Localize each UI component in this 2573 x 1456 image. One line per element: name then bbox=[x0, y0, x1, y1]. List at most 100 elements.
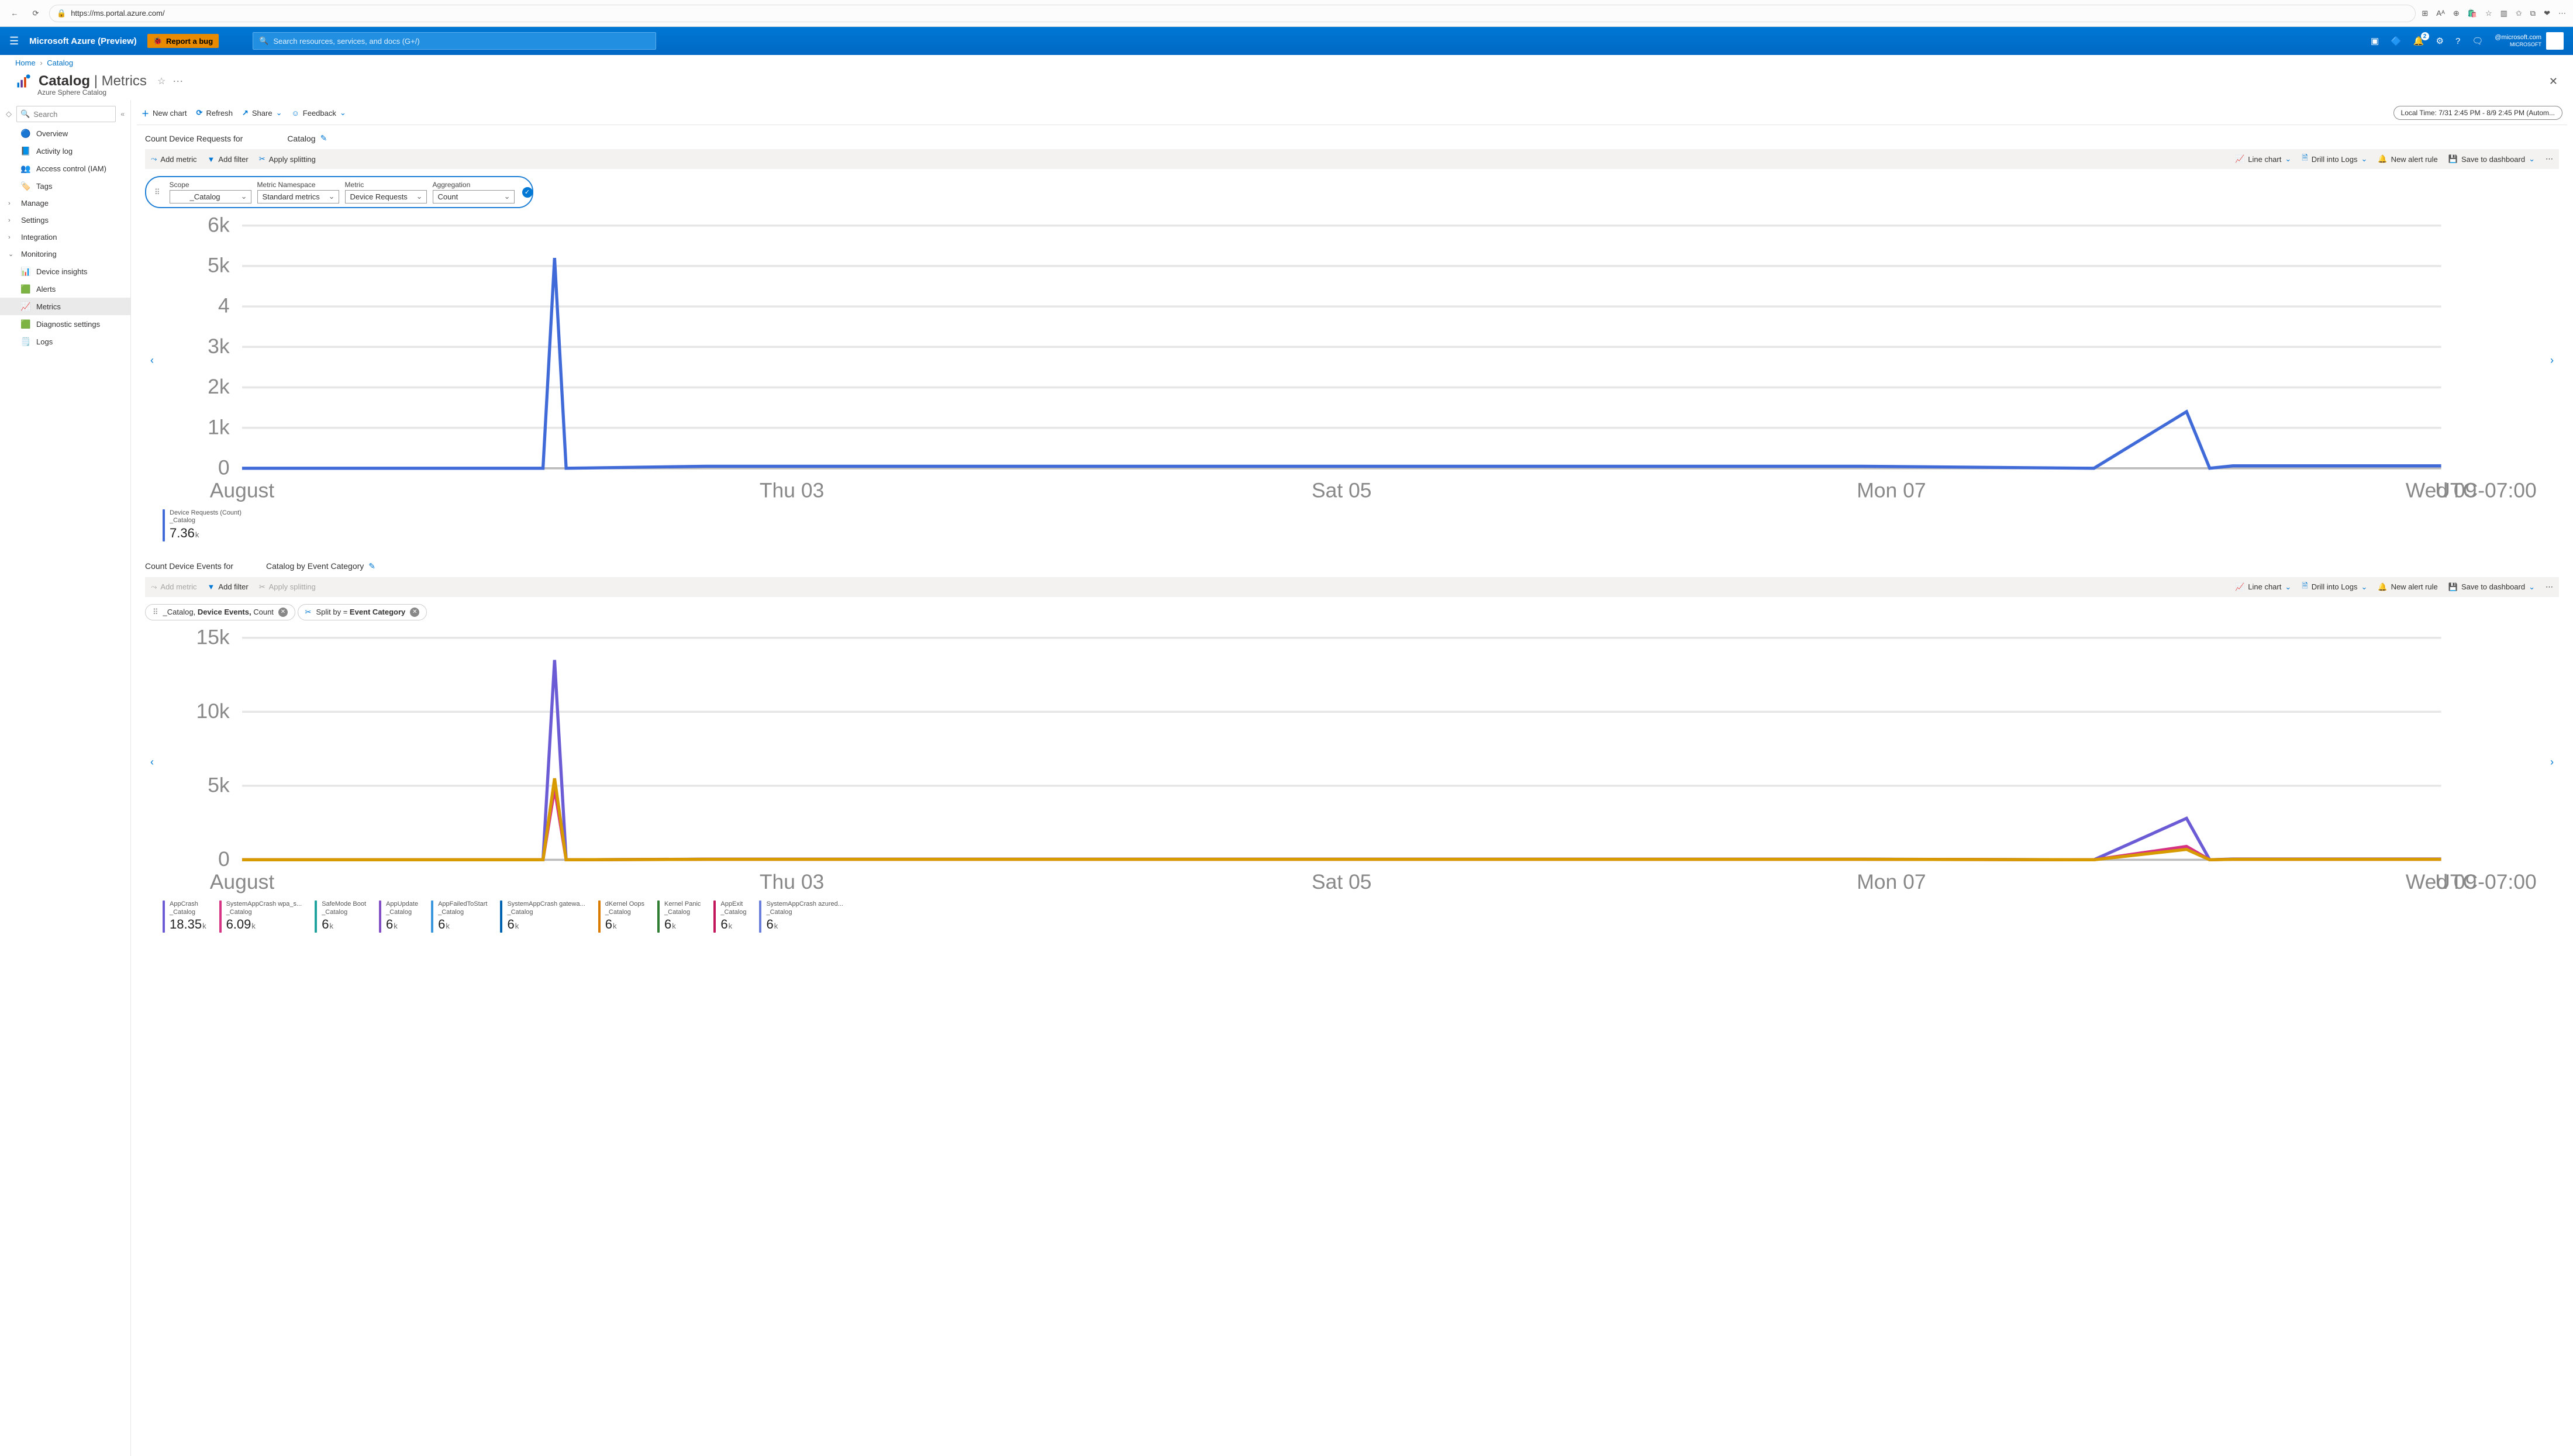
sidebar-item[interactable]: ⌄Monitoring bbox=[0, 246, 130, 263]
chart-type-select[interactable]: 📈Line chart ⌄ bbox=[2235, 582, 2291, 592]
heart-icon[interactable]: ❤ bbox=[2544, 9, 2550, 18]
url-bar[interactable]: 🔒 https://ms.portal.azure.com/ bbox=[49, 5, 2416, 22]
chart-more-icon[interactable]: ⋯ bbox=[2546, 582, 2553, 592]
user-account[interactable]: @microsoft.com MICROSOFT bbox=[2495, 32, 2564, 50]
edit-title-icon[interactable]: ✎ bbox=[368, 561, 375, 571]
settings-icon[interactable]: ⚙ bbox=[2436, 36, 2444, 46]
chart-prev-button[interactable]: ‹ bbox=[145, 627, 159, 897]
sidebar-item[interactable]: ›Settings bbox=[0, 212, 130, 229]
drag-handle-icon[interactable]: ⠿ bbox=[153, 608, 158, 617]
new-alert-button[interactable]: 🔔New alert rule bbox=[2378, 582, 2437, 592]
favorites-icon[interactable]: ✩ bbox=[2516, 9, 2522, 18]
hamburger-icon[interactable]: ☰ bbox=[9, 35, 19, 47]
breadcrumb-home[interactable]: Home bbox=[15, 58, 36, 67]
shopping-icon[interactable]: 🛍️ bbox=[2468, 9, 2477, 18]
new-chart-button[interactable]: ＋New chart bbox=[142, 108, 187, 119]
global-search-input[interactable] bbox=[273, 37, 650, 46]
page-title: Catalog | Metrics bbox=[39, 73, 147, 89]
chart2-legend-item: SafeMode Boot_Catalog 6k bbox=[315, 900, 366, 933]
aggregation-select[interactable]: Count bbox=[433, 190, 515, 203]
chart-next-button[interactable]: › bbox=[2545, 627, 2559, 897]
directories-icon[interactable]: 🔷 bbox=[2391, 36, 2402, 46]
sidebar-item[interactable]: ›Integration bbox=[0, 229, 130, 246]
notifications-icon[interactable]: 🔔2 bbox=[2413, 36, 2424, 46]
reading-list-icon[interactable]: ▥ bbox=[2500, 9, 2508, 18]
sidebar-subitem[interactable]: 🟩Alerts bbox=[0, 280, 130, 298]
scope-select[interactable]: _Catalog bbox=[170, 190, 251, 203]
split-chip[interactable]: ✂ Split by = Event Category ✕ bbox=[298, 604, 427, 620]
breadcrumb-catalog[interactable]: Catalog bbox=[47, 58, 73, 67]
close-blade-button[interactable]: ✕ bbox=[2549, 75, 2558, 88]
back-button[interactable]: ← bbox=[7, 6, 22, 21]
refresh-button[interactable]: ⟳Refresh bbox=[196, 108, 233, 118]
more-actions-icon[interactable]: ⋯ bbox=[173, 75, 183, 88]
filter-icon[interactable]: ◇ bbox=[6, 109, 12, 119]
text-size-icon[interactable]: Aᴬ bbox=[2436, 9, 2445, 18]
sidebar-item[interactable]: 🔵Overview bbox=[0, 125, 130, 142]
extension-icon[interactable]: ⊞ bbox=[2422, 9, 2428, 18]
global-search[interactable]: 🔍 bbox=[253, 32, 656, 50]
sidebar-item[interactable]: 👥Access control (IAM) bbox=[0, 160, 130, 177]
edit-title-icon[interactable]: ✎ bbox=[320, 133, 327, 143]
save-dashboard-button[interactable]: 💾Save to dashboard⌄ bbox=[2448, 582, 2535, 592]
metric-select[interactable]: Device Requests bbox=[345, 190, 427, 203]
pin-icon[interactable]: ☆ bbox=[157, 75, 165, 87]
new-alert-button[interactable]: 🔔New alert rule bbox=[2378, 154, 2437, 164]
drill-logs-button[interactable]: 🗎Drill into Logs ⌄ bbox=[2302, 153, 2367, 165]
sidebar-item[interactable]: 📘Activity log bbox=[0, 142, 130, 160]
svg-text:Sat 05: Sat 05 bbox=[1312, 478, 1372, 502]
collapse-sidebar-icon[interactable]: « bbox=[120, 110, 125, 118]
sidebar-subitem[interactable]: 📊Device insights bbox=[0, 263, 130, 280]
svg-text:Sat 05: Sat 05 bbox=[1312, 870, 1372, 893]
add-metric-button[interactable]: ⤳Add metric bbox=[151, 154, 197, 164]
star-icon[interactable]: ☆ bbox=[2485, 9, 2492, 18]
refresh-button[interactable]: ⟳ bbox=[28, 6, 43, 21]
svg-text:August: August bbox=[210, 870, 275, 893]
collections-icon[interactable]: ⧉ bbox=[2530, 9, 2536, 18]
chart2-plot: 05k10k15kAugustThu 03Sat 05Mon 07Wed 09U… bbox=[159, 627, 2545, 897]
search-icon: 🔍 bbox=[20, 109, 30, 119]
sidebar-search[interactable]: 🔍 bbox=[16, 106, 116, 122]
report-bug-button[interactable]: 🐞 Report a bug bbox=[147, 34, 219, 48]
add-filter-button[interactable]: ▼Add filter bbox=[208, 155, 249, 164]
save-dashboard-button[interactable]: 💾Save to dashboard⌄ bbox=[2448, 154, 2535, 164]
cloudshell-icon[interactable]: ▣ bbox=[2371, 36, 2379, 46]
add-filter-button[interactable]: ▼Add filter bbox=[208, 582, 249, 591]
sidebar-subitem[interactable]: 🗒️Logs bbox=[0, 333, 130, 350]
brand-label[interactable]: Microsoft Azure (Preview) bbox=[29, 36, 137, 46]
svg-text:2k: 2k bbox=[208, 375, 230, 398]
more-icon[interactable]: ⋯ bbox=[2558, 9, 2566, 18]
split-icon: ✂ bbox=[305, 608, 312, 617]
chart-next-button[interactable]: › bbox=[2545, 215, 2559, 506]
zoom-icon[interactable]: ⊕ bbox=[2453, 9, 2460, 18]
apply-splitting-button[interactable]: ✂Apply splitting bbox=[259, 154, 316, 164]
drill-logs-button[interactable]: 🗎Drill into Logs ⌄ bbox=[2302, 581, 2367, 594]
chart-more-icon[interactable]: ⋯ bbox=[2546, 154, 2553, 164]
sidebar-search-input[interactable] bbox=[33, 110, 112, 119]
chart-prev-button[interactable]: ‹ bbox=[145, 215, 159, 506]
remove-chip-icon[interactable]: ✕ bbox=[410, 608, 419, 617]
svg-text:6k: 6k bbox=[208, 215, 230, 236]
user-org: MICROSOFT bbox=[2495, 42, 2541, 48]
sidebar-subitem[interactable]: 🟩Diagnostic settings bbox=[0, 315, 130, 333]
chart-type-select[interactable]: 📈Line chart ⌄ bbox=[2235, 154, 2291, 164]
sidebar-subitem[interactable]: 📈Metrics bbox=[0, 298, 130, 315]
apply-splitting-button: ✂Apply splitting bbox=[259, 582, 316, 592]
sidebar-item[interactable]: ›Manage bbox=[0, 195, 130, 212]
svg-text:0: 0 bbox=[218, 456, 230, 479]
namespace-select[interactable]: Standard metrics bbox=[257, 190, 339, 203]
feedback-icon[interactable]: 🗨 bbox=[2472, 36, 2483, 46]
share-button[interactable]: ↗Share ⌄ bbox=[242, 108, 282, 118]
sidebar-item[interactable]: 🏷️Tags bbox=[0, 177, 130, 195]
add-metric-button: ⤳Add metric bbox=[151, 582, 197, 592]
feedback-button[interactable]: ☺Feedback ⌄ bbox=[292, 108, 346, 118]
svg-text:Thu 03: Thu 03 bbox=[760, 870, 824, 893]
remove-chip-icon[interactable]: ✕ bbox=[278, 608, 288, 617]
time-range-button[interactable]: Local Time: 7/31 2:45 PM - 8/9 2:45 PM (… bbox=[2393, 106, 2562, 120]
metric-chip[interactable]: ⠿ _Catalog, Device Events, Count ✕ bbox=[145, 604, 295, 620]
help-icon[interactable]: ? bbox=[2455, 36, 2460, 46]
chart2-title-prefix: Count Device Events for bbox=[145, 561, 233, 571]
browser-icon-tray: ⊞ Aᴬ ⊕ 🛍️ ☆ ▥ ✩ ⧉ ❤ ⋯ bbox=[2422, 9, 2566, 18]
confirm-check-icon[interactable]: ✓ bbox=[522, 187, 533, 198]
drag-handle-icon[interactable]: ⠿ bbox=[154, 188, 160, 197]
